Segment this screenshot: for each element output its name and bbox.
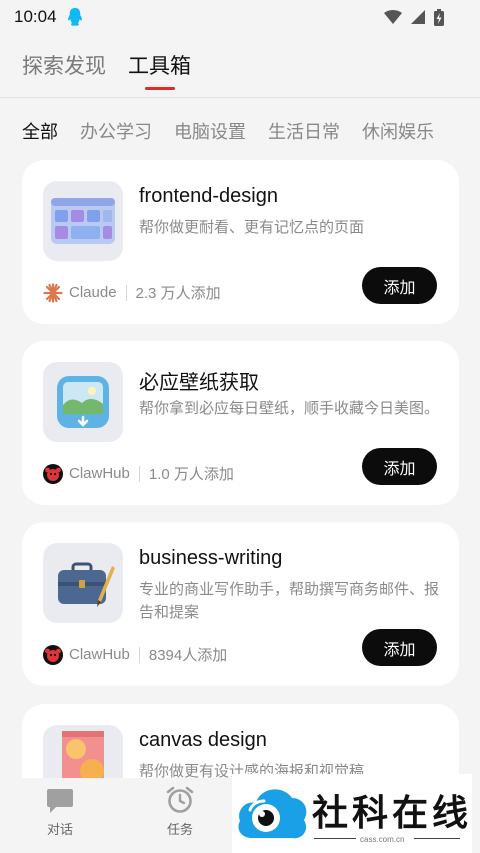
category-daily-life[interactable]: 生活日常: [268, 118, 340, 144]
divider: [138, 646, 140, 663]
divider: [314, 838, 356, 839]
card-title: 必应壁纸获取: [139, 372, 259, 394]
divider: [414, 838, 460, 839]
skill-card-bing-wallpaper[interactable]: 必应壁纸获取 帮你拿到必应每日壁纸，顺手收藏今日美图。 ClawHub 1.0 …: [22, 341, 459, 505]
divider: [0, 97, 480, 98]
active-tab-indicator: [144, 87, 175, 90]
battery-charging-icon: [434, 8, 444, 26]
signal-icon: [411, 10, 425, 24]
category-filter: 全部 办公学习 电脑设置 生活日常 休闲娱乐: [22, 118, 434, 144]
category-office-study[interactable]: 办公学习: [80, 118, 152, 144]
category-all[interactable]: 全部: [22, 118, 58, 144]
card-meta: Claude 2.3 万人添加: [43, 282, 221, 303]
category-pc-settings[interactable]: 电脑设置: [174, 118, 246, 144]
skill-card-frontend-design[interactable]: frontend-design 帮你做更耐看、更有记忆点的页面 Claude 2…: [22, 160, 459, 324]
clawhub-logo-icon: [43, 463, 63, 484]
card-description: 专业的商业写作助手，帮助撰写商务邮件、报告和提案: [139, 581, 440, 621]
card-add-count: 8394人添加: [148, 647, 228, 664]
briefcase-pen-icon: [43, 543, 123, 623]
divider: [138, 465, 140, 482]
card-title: business-writing: [139, 547, 283, 569]
status-bar: 10:04: [0, 0, 480, 34]
nav-tasks[interactable]: 任务: [150, 786, 210, 838]
watermark-logo: [238, 789, 307, 839]
nav-label: 对话: [46, 822, 73, 837]
card-meta: ClawHub 1.0 万人添加: [43, 463, 234, 484]
wallpaper-download-icon: [43, 362, 123, 442]
card-add-count: 1.0 万人添加: [148, 466, 234, 483]
skill-card-business-writing[interactable]: business-writing 专业的商业写作助手，帮助撰写商务邮件、报告和提…: [22, 522, 459, 686]
card-description: 帮你做更耐看、更有记忆点的页面: [139, 219, 365, 236]
divider: [125, 284, 127, 301]
add-button[interactable]: 添加: [362, 629, 437, 666]
add-button[interactable]: 添加: [362, 448, 437, 485]
nav-label: 任务: [166, 822, 193, 837]
top-tabs: 探索发现 工具箱: [22, 50, 191, 90]
card-source: Claude: [69, 284, 117, 301]
clawhub-logo-icon: [43, 644, 63, 665]
watermark-text: 社科在线: [312, 792, 473, 834]
card-meta: ClawHub 8394人添加: [43, 644, 227, 665]
ui-mockup-icon: [43, 181, 123, 261]
poster-icon: [43, 725, 123, 778]
category-leisure[interactable]: 休闲娱乐: [362, 118, 434, 144]
card-description: 帮你拿到必应每日壁纸，顺手收藏今日美图。: [139, 400, 440, 417]
chat-icon: [47, 789, 73, 813]
watermark-url: cass.com.cn: [360, 835, 405, 844]
card-source: ClawHub: [69, 465, 130, 482]
claude-logo-icon: [43, 282, 63, 303]
alarm-clock-icon: [166, 786, 194, 813]
add-button[interactable]: 添加: [362, 267, 437, 304]
wifi-icon: [384, 9, 402, 24]
skill-card-canvas-design[interactable]: canvas design 帮你做更有设计感的海报和视觉稿: [22, 704, 459, 778]
nav-chat[interactable]: 对话: [30, 788, 90, 838]
tab-toolbox[interactable]: 工具箱: [128, 50, 191, 90]
card-title: canvas design: [139, 729, 267, 751]
card-title: frontend-design: [139, 185, 278, 207]
card-add-count: 2.3 万人添加: [135, 285, 221, 302]
card-source: ClawHub: [69, 646, 130, 663]
watermark: 社科在线 cass.com.cn: [232, 774, 472, 853]
status-time: 10:04: [14, 7, 57, 26]
qq-icon: [67, 8, 82, 26]
tab-explore[interactable]: 探索发现: [22, 50, 106, 90]
